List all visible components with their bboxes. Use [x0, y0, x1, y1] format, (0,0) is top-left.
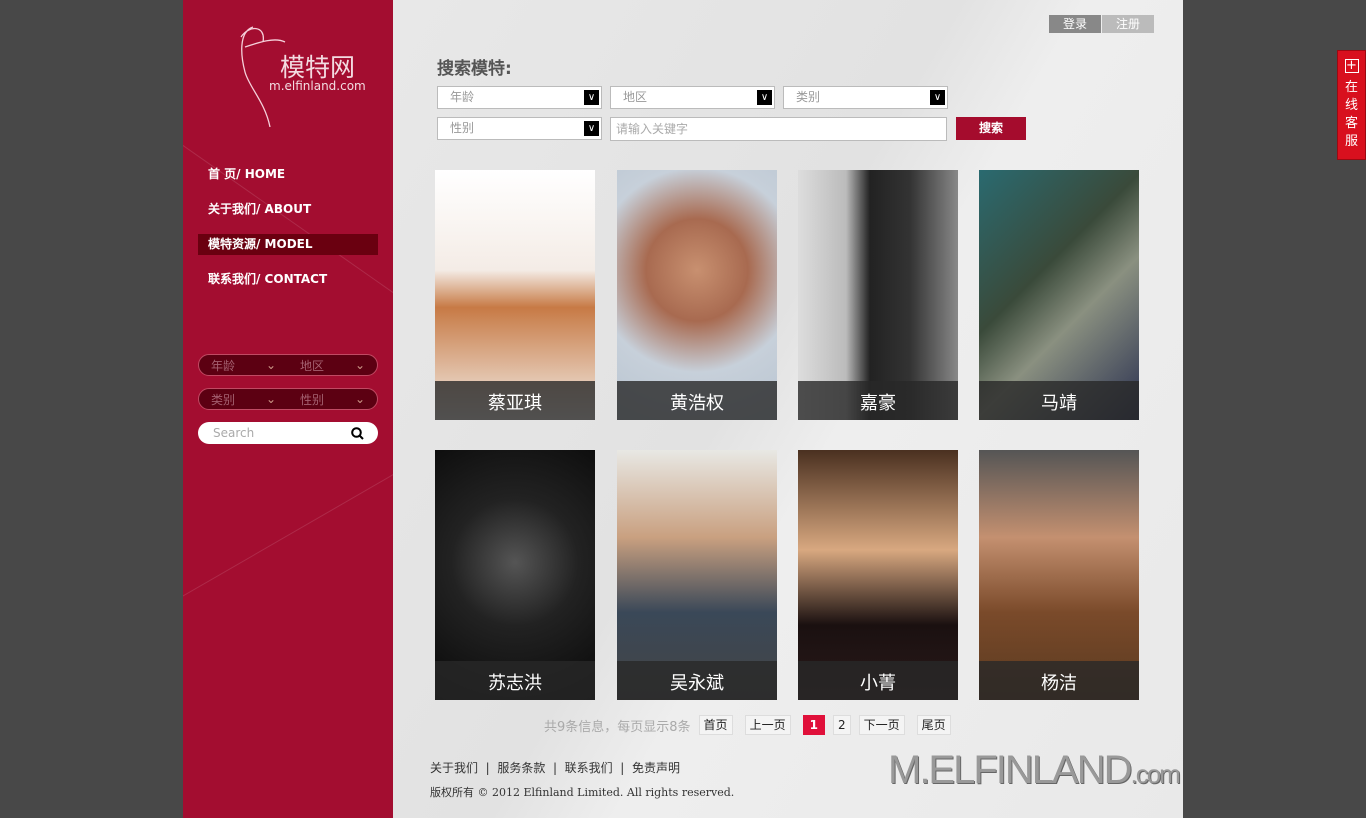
model-name[interactable]: 马靖 — [979, 381, 1139, 420]
search-icon[interactable] — [351, 427, 364, 440]
model-name[interactable]: 吴永斌 — [617, 661, 777, 700]
online-service-button[interactable]: + 在线客服 — [1337, 50, 1366, 160]
sidebar-gender-select[interactable]: 性别 ⌄ — [288, 389, 377, 409]
model-card[interactable]: 马靖 — [979, 170, 1139, 420]
footer-logo: M.ELFINLAND.com — [888, 748, 1181, 792]
sidebar: 模特网 m.elfinland.com 首 页/ HOME 关于我们/ ABOU… — [183, 0, 393, 818]
prev-page-button[interactable]: 上一页 — [744, 715, 791, 735]
category-select[interactable]: 类别 ∨ — [783, 86, 948, 109]
footer-link-disclaimer[interactable]: 免责声明 — [632, 761, 680, 775]
main-content: 登录 注册 搜索模特: 年龄 ∨ 地区 ∨ 类别 ∨ 性别 ∨ 请输入关键字 搜索 蔡亚… — [393, 0, 1183, 818]
model-card[interactable]: 嘉豪 — [798, 170, 958, 420]
nav-home[interactable]: 首 页/ HOME — [198, 164, 378, 185]
main-nav: 首 页/ HOME 关于我们/ ABOUT 模特资源/ MODEL 联系我们/ … — [198, 164, 378, 304]
search-title: 搜索模特: — [437, 59, 512, 79]
last-page-button[interactable]: 尾页 — [916, 715, 951, 735]
pagination: 共9条信息，每页显示8条 首页 上一页 1 2 下一页 尾页 — [544, 715, 951, 735]
chevron-down-icon: ∨ — [930, 90, 945, 105]
keyword-input[interactable]: 请输入关键字 — [610, 117, 947, 141]
model-card[interactable]: 苏志洪 — [435, 450, 595, 700]
chevron-down-icon: ∨ — [584, 90, 599, 105]
model-card[interactable]: 杨洁 — [979, 450, 1139, 700]
footer-link-contact[interactable]: 联系我们 — [565, 761, 613, 775]
next-page-button[interactable]: 下一页 — [858, 715, 905, 735]
gender-select[interactable]: 性别 ∨ — [437, 117, 602, 140]
sidebar-filter-row-2: 类别 ⌄ 性别 ⌄ — [198, 388, 378, 410]
model-name[interactable]: 杨洁 — [979, 661, 1139, 700]
sidebar-age-select[interactable]: 年龄 ⌄ — [199, 355, 288, 375]
login-button[interactable]: 登录 — [1049, 15, 1101, 33]
model-name[interactable]: 嘉豪 — [798, 381, 958, 420]
search-button[interactable]: 搜索 — [956, 117, 1026, 140]
logo-domain: m.elfinland.com — [269, 79, 366, 93]
sidebar-category-select[interactable]: 类别 ⌄ — [199, 389, 288, 409]
model-name[interactable]: 黄浩权 — [617, 381, 777, 420]
region-select[interactable]: 地区 ∨ — [610, 86, 775, 109]
chevron-down-icon: ⌄ — [354, 392, 365, 406]
pagination-info: 共9条信息，每页显示8条 — [544, 719, 691, 735]
plus-box-icon: + — [1344, 58, 1359, 73]
model-card[interactable]: 黄浩权 — [617, 170, 777, 420]
model-name[interactable]: 苏志洪 — [435, 661, 595, 700]
sidebar-filter-row-1: 年龄 ⌄ 地区 ⌄ — [198, 354, 378, 376]
chevron-down-icon: ∨ — [584, 121, 599, 136]
footer-links: 关于我们 | 服务条款 | 联系我们 | 免责声明 — [430, 761, 680, 775]
chevron-down-icon: ⌄ — [265, 358, 276, 372]
footer-link-terms[interactable]: 服务条款 — [497, 761, 545, 775]
nav-model[interactable]: 模特资源/ MODEL — [198, 234, 378, 255]
chevron-down-icon: ⌄ — [265, 392, 276, 406]
model-card[interactable]: 吴永斌 — [617, 450, 777, 700]
sidebar-region-select[interactable]: 地区 ⌄ — [288, 355, 377, 375]
model-name[interactable]: 小菁 — [798, 661, 958, 700]
model-name[interactable]: 蔡亚琪 — [435, 381, 595, 420]
model-card[interactable]: 蔡亚琪 — [435, 170, 595, 420]
chevron-down-icon: ∨ — [757, 90, 772, 105]
first-page-button[interactable]: 首页 — [698, 715, 733, 735]
register-button[interactable]: 注册 — [1102, 15, 1154, 33]
page-2-button[interactable]: 2 — [832, 715, 851, 735]
age-select[interactable]: 年龄 ∨ — [437, 86, 602, 109]
copyright: 版权所有 © 2012 Elfinland Limited. All right… — [430, 786, 735, 799]
chevron-down-icon: ⌄ — [354, 358, 365, 372]
page-1-button[interactable]: 1 — [802, 715, 825, 735]
sidebar-search-input[interactable]: Search — [198, 422, 378, 444]
model-card[interactable]: 小菁 — [798, 450, 958, 700]
nav-contact[interactable]: 联系我们/ CONTACT — [198, 269, 378, 290]
footer-link-about[interactable]: 关于我们 — [430, 761, 478, 775]
nav-about[interactable]: 关于我们/ ABOUT — [198, 199, 378, 220]
